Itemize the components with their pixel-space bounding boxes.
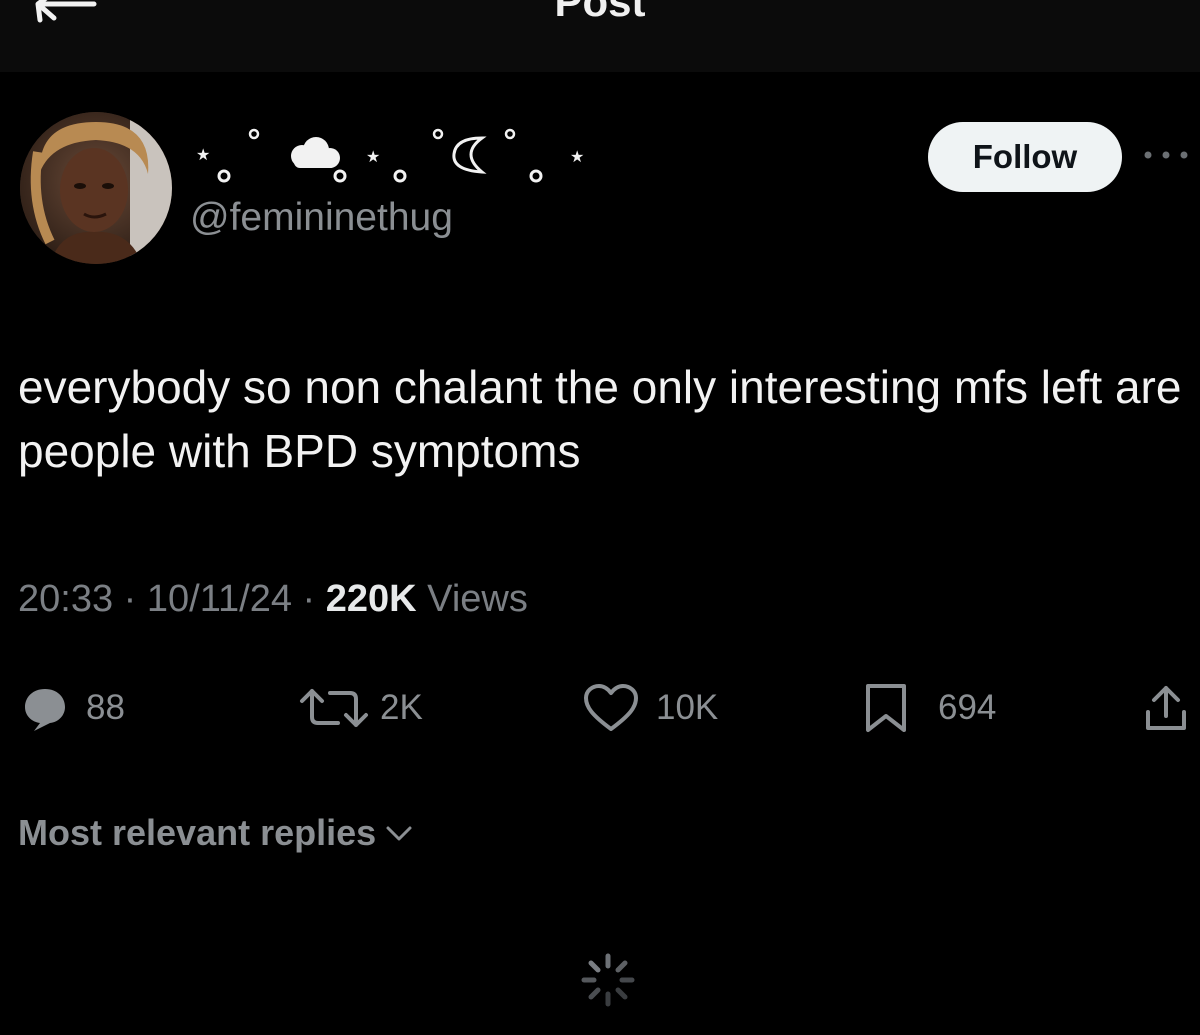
meta-separator: · xyxy=(302,578,316,620)
repost-button[interactable]: 2K xyxy=(298,678,423,738)
circle-icon xyxy=(333,169,347,183)
replies-sort-label: Most relevant replies xyxy=(18,812,377,853)
views-label: Views xyxy=(427,578,528,620)
loading-spinner-icon xyxy=(581,953,635,1007)
reply-button[interactable]: 88 xyxy=(20,678,125,738)
circle-icon xyxy=(393,169,407,183)
page-title: Post xyxy=(554,0,646,25)
bookmark-count: 694 xyxy=(938,688,997,727)
avatar[interactable] xyxy=(20,112,172,264)
follow-button[interactable]: Follow xyxy=(928,122,1122,192)
display-name[interactable]: ★ ★ ★ xyxy=(190,118,610,190)
chevron-down-icon xyxy=(386,826,412,841)
views-count[interactable]: 220K xyxy=(326,578,417,620)
replies-sort-dropdown[interactable]: Most relevant replies xyxy=(18,812,414,854)
star-icon: ★ xyxy=(570,147,584,166)
bookmark-button[interactable]: 694 xyxy=(862,678,996,738)
repost-icon xyxy=(300,689,368,727)
like-count: 10K xyxy=(656,688,719,727)
user-handle[interactable]: @femininethug xyxy=(190,196,453,240)
circle-icon xyxy=(529,169,543,183)
like-button[interactable]: 10K xyxy=(582,678,718,738)
bookmark-icon xyxy=(866,684,906,732)
share-icon xyxy=(1146,686,1186,730)
cloud-icon xyxy=(291,137,340,168)
top-bar: Post xyxy=(0,0,1200,72)
crescent-moon-icon xyxy=(452,136,487,174)
more-options-icon[interactable] xyxy=(1140,145,1196,165)
repost-count: 2K xyxy=(380,688,423,727)
post-time: 20:33 xyxy=(18,578,114,620)
circle-icon xyxy=(504,128,516,140)
heart-icon xyxy=(584,684,638,731)
circle-icon xyxy=(248,128,260,140)
circle-icon xyxy=(217,169,231,183)
star-icon: ★ xyxy=(366,147,380,166)
post-meta: 20:33 · 10/11/24 · 220K Views xyxy=(18,578,528,621)
post-text: everybody so non chalant the only intere… xyxy=(18,361,1182,477)
post-date: 10/11/24 xyxy=(146,578,292,620)
star-icon: ★ xyxy=(196,145,210,164)
circle-icon xyxy=(432,128,444,140)
meta-separator: · xyxy=(123,578,137,620)
reply-icon xyxy=(25,689,65,731)
reply-count: 88 xyxy=(86,688,125,727)
share-button[interactable] xyxy=(1142,678,1190,738)
